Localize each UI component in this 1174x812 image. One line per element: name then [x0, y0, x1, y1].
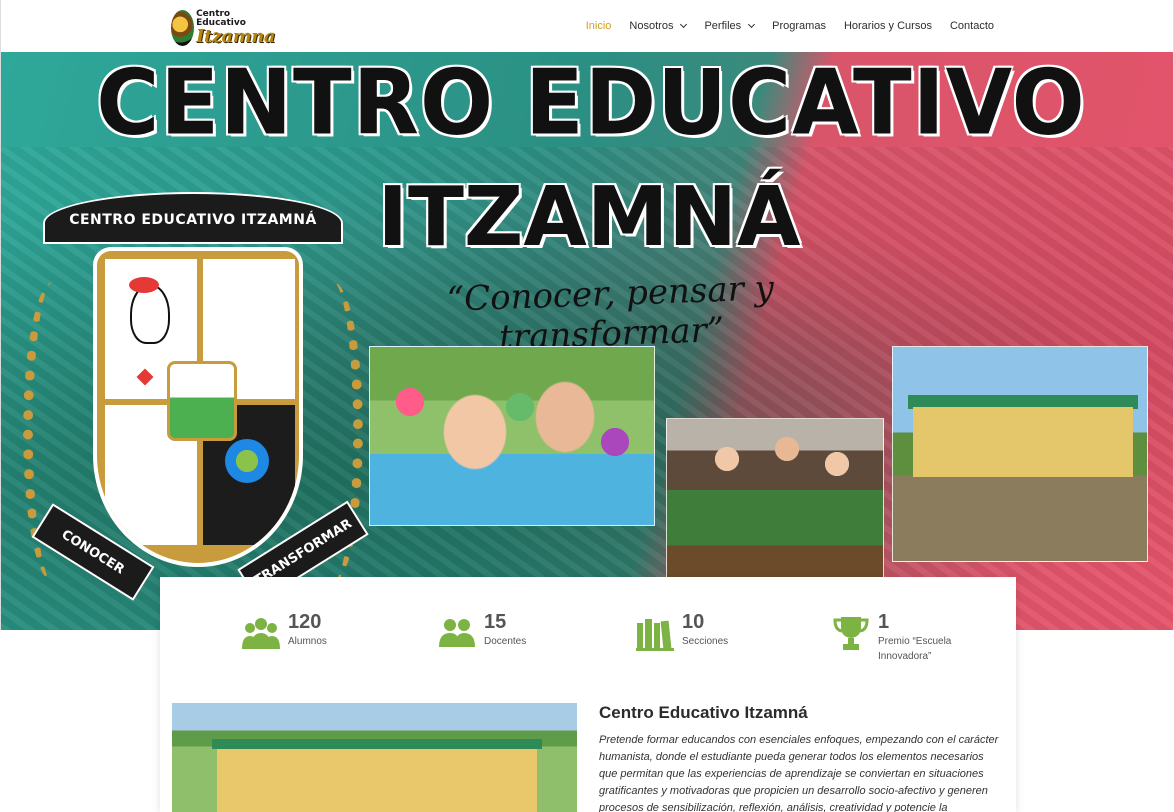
users-group-icon [242, 618, 280, 649]
nav-item-contacto[interactable]: Contacto [950, 20, 994, 32]
nav-item-programas[interactable]: Programas [772, 20, 826, 32]
photo-school-building [892, 346, 1148, 562]
chevron-down-icon [748, 20, 756, 29]
main-nav: Inicio Nosotros Perfiles Programas Horar… [586, 0, 994, 52]
about-text: Pretende formar educandos con esenciales… [599, 734, 999, 812]
nav-label: Nosotros [629, 20, 674, 32]
about-school-photo [172, 703, 577, 812]
stat-number: 10 [682, 611, 705, 633]
brain-icon [129, 277, 159, 293]
crest-shield [93, 247, 303, 567]
nav-label: Horarios y Cursos [843, 20, 932, 32]
crest-center-landscape [167, 361, 237, 441]
chevron-down-icon [680, 20, 688, 29]
crest-ribbon-top: CENTRO EDUCATIVO ITZAMNÁ [43, 192, 343, 244]
nav-item-perfiles[interactable]: Perfiles [704, 20, 756, 32]
stat-text: 1 Premio “Escuela Innovadora” [878, 611, 988, 671]
nav-item-nosotros[interactable]: Nosotros [629, 20, 688, 32]
stat-number: 1 [878, 611, 890, 633]
hero-title: CENTRO EDUCATIVO [96, 52, 1086, 156]
books-icon [636, 619, 674, 651]
logo-line2: Itzamna [196, 26, 275, 47]
hero-banner: CENTRO EDUCATIVO CENTRO EDUCATIVO ITZAMN… [0, 52, 1174, 630]
stats-card: 120 Alumnos 15 Docentes 10 Secciones 1 P… [160, 577, 1016, 812]
nav-item-horarios[interactable]: Horarios y Cursos [844, 20, 932, 32]
globe-icon [225, 439, 269, 483]
nav-item-inicio[interactable]: Inicio [586, 20, 612, 32]
nav-label: Contacto [949, 20, 994, 32]
stat-label: Alumnos [288, 636, 327, 647]
stat-text: 120 Alumnos [288, 611, 398, 671]
logo-emblem-icon [171, 10, 195, 46]
trophy-icon [833, 617, 869, 650]
stat-number: 15 [484, 611, 507, 633]
stat-premio: 1 Premio “Escuela Innovadora” [832, 611, 988, 671]
site-logo[interactable]: Centro Educativo Itzamna [171, 8, 275, 48]
stat-secciones: 10 Secciones [636, 611, 792, 671]
stat-docentes: 15 Docentes [438, 611, 594, 671]
stat-label: Docentes [484, 636, 527, 647]
nav-label: Programas [772, 20, 826, 32]
photo-kids-painted-hands [369, 346, 655, 526]
navbar: Centro Educativo Itzamna Inicio Nosotros… [0, 0, 1174, 52]
teachers-icon [439, 619, 475, 647]
head-profile-icon [130, 284, 170, 344]
stat-alumnos: 120 Alumnos [242, 611, 398, 671]
hero-subtitle: ITZAMNÁ [377, 170, 801, 265]
logo-text: Centro Educativo Itzamna [196, 10, 275, 46]
nav-label: Perfiles [704, 20, 742, 32]
about-title: Centro Educativo Itzamná [599, 703, 808, 722]
stat-number: 120 [288, 611, 322, 633]
photo-kids-gardening [666, 418, 884, 578]
heart-icon [136, 368, 154, 386]
stat-label: Premio “Escuela Innovadora” [878, 636, 952, 662]
school-crest: CENTRO EDUCATIVO ITZAMNÁ CONOCER TRANSFO… [23, 192, 369, 622]
stat-label: Secciones [682, 636, 729, 647]
stat-text: 10 Secciones [682, 611, 792, 671]
stat-text: 15 Docentes [484, 611, 594, 671]
nav-label: Inicio [585, 20, 612, 32]
